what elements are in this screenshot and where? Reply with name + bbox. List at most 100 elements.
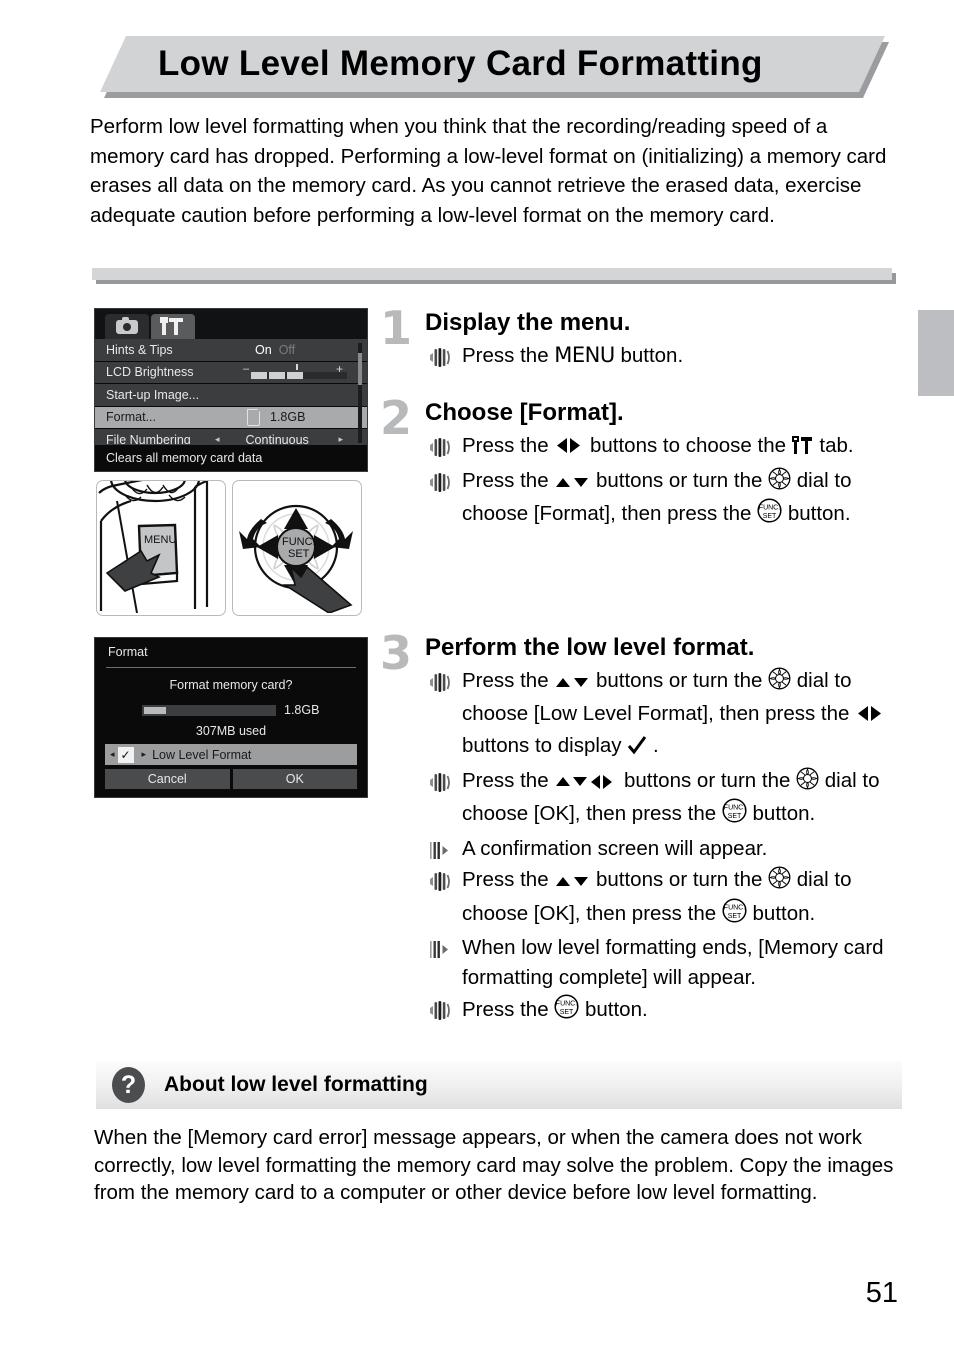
menu-row-label: Hints & Tips <box>106 342 173 357</box>
svg-text:SET: SET <box>560 1009 574 1016</box>
action-bullet-icon <box>429 436 455 457</box>
menu-row-list: Hints & Tips On Off LCD Brightness – + S… <box>95 339 367 452</box>
menu-tab-tools <box>151 314 195 339</box>
camera-menu-screenshot: Hints & Tips On Off LCD Brightness – + S… <box>94 308 368 472</box>
instruction-line: Press the buttons or turn the dial to ch… <box>425 865 910 931</box>
menu-hint-text: Clears all memory card data <box>106 451 263 465</box>
step-2: 2 Choose [Format]. Press the buttons to … <box>380 391 910 532</box>
checkmark-icon <box>627 736 647 760</box>
menu-value-off: Off <box>278 342 296 357</box>
low-level-format-option: ◂ ✓ ▸ Low Level Format <box>105 744 357 765</box>
svg-text:SET: SET <box>763 513 777 520</box>
set-label: SET <box>288 548 310 560</box>
tools-tab-icon <box>791 436 814 460</box>
instruction-line: Press the buttons or turn the dial to ch… <box>425 766 910 832</box>
intro-paragraph: Perform low level formatting when you th… <box>90 115 887 227</box>
step-1: 1 Display the menu. Press the MENU butto… <box>380 301 910 371</box>
menu-row-label: Start-up Image... <box>106 387 200 402</box>
control-dial-icon <box>768 866 791 894</box>
func-set-icon: FUNC. SET <box>722 798 747 828</box>
card-used-label: 307MB used <box>195 724 267 738</box>
slider-minus-label: – <box>243 363 250 376</box>
step-lines: Press the buttons to choose the tab. Pres… <box>425 431 910 532</box>
ok-button: OK <box>232 769 357 789</box>
menu-row-label: LCD Brightness <box>106 365 194 380</box>
up-down-left-right-arrows-icon <box>554 772 618 795</box>
memory-card-icon <box>247 408 261 426</box>
step-number: 2 <box>380 391 413 445</box>
step-lines: Press the buttons or turn the dial to ch… <box>425 666 910 1028</box>
page-title: Low Level Memory Card Formatting <box>158 44 763 83</box>
menu-row-hints-tips: Hints & Tips On Off <box>95 339 367 362</box>
menu-row-startup-image: Start-up Image... <box>95 384 367 407</box>
control-dial-illustration: FUNC. SET <box>232 480 362 616</box>
instruction-line: Press the MENU button. <box>425 341 910 371</box>
menu-tab-camera <box>105 314 149 339</box>
low-level-format-label: Low Level Format <box>152 747 252 762</box>
chevron-left-icon: ◂ <box>110 749 115 759</box>
func-set-icon: FUNC. SET <box>757 498 782 528</box>
menu-row-lcd-brightness: LCD Brightness – + <box>95 361 367 384</box>
svg-text:FUNC.: FUNC. <box>724 904 745 911</box>
dialog-rule <box>106 667 356 668</box>
action-bullet-icon <box>429 771 455 792</box>
camera-illustrations: MENU FUNC. SET <box>96 480 368 616</box>
info-panel-header: ? About low level formatting <box>96 1061 902 1109</box>
step-heading: Choose [Format]. <box>425 399 624 426</box>
brightness-slider: – + <box>241 362 347 380</box>
menu-button-illustration: MENU <box>96 480 226 616</box>
control-dial-icon <box>768 667 791 695</box>
menu-value-capacity: 1.8GB <box>270 410 306 425</box>
checkmark-icon: ✓ <box>117 746 134 763</box>
step-number: 1 <box>380 301 413 355</box>
step-heading: Display the menu. <box>425 309 631 336</box>
camera-icon <box>116 316 138 334</box>
step-lines: Press the MENU button. <box>425 341 910 371</box>
control-dial-drawing: FUNC. SET <box>239 504 353 614</box>
svg-text:SET: SET <box>728 913 742 920</box>
svg-text:FUNC.: FUNC. <box>759 505 780 512</box>
menu-scrollbar <box>358 343 362 443</box>
page-header: Low Level Memory Card Formatting <box>100 36 885 92</box>
action-bullet-icon <box>429 471 455 492</box>
left-right-arrows-icon <box>855 705 885 728</box>
func-set-icon: FUNC. SET <box>722 897 747 928</box>
menu-button-word: MENU <box>554 343 615 367</box>
instruction-line: Press the FUNC. SET button. <box>425 994 910 1028</box>
control-dial-icon <box>768 467 791 495</box>
svg-text:FUNC.: FUNC. <box>556 1001 577 1008</box>
card-usage-bar: 1.8GB <box>142 703 322 717</box>
menu-row-format: Format... 1.8GB <box>95 406 367 429</box>
up-down-arrows-icon <box>554 472 590 495</box>
tools-icon <box>160 317 186 335</box>
result-bullet-icon <box>429 938 455 958</box>
section-divider <box>92 268 896 284</box>
step-number: 3 <box>380 626 413 680</box>
up-down-arrows-icon <box>554 871 590 894</box>
chevron-right-icon: ▸ <box>141 749 147 759</box>
info-panel-body: When the [Memory card error] message app… <box>94 1126 894 1204</box>
action-bullet-icon <box>429 346 455 367</box>
instruction-line: A confirmation screen will appear. <box>425 834 910 864</box>
instruction-line: Press the buttons or turn the dial to ch… <box>425 666 910 764</box>
menu-value-on: On <box>255 342 272 357</box>
instruction-line: Press the buttons or turn the dial to ch… <box>425 466 910 532</box>
step-heading: Perform the low level format. <box>425 634 755 661</box>
chapter-edge-tab <box>918 310 954 396</box>
header-banner: Low Level Memory Card Formatting <box>100 36 885 92</box>
info-panel-title: About low level formatting <box>164 1073 428 1096</box>
menu-hint-bar: Clears all memory card data <box>95 444 367 471</box>
instruction-line: When low level formatting ends, [Memory … <box>425 933 910 992</box>
format-dialog-screenshot: Format Format memory card? 1.8GB 307MB u… <box>94 637 368 798</box>
dialog-question: Format memory card? <box>169 678 293 692</box>
menu-key-label: MENU <box>144 534 176 546</box>
cancel-button: Cancel <box>105 769 230 789</box>
menu-button-drawing: MENU <box>98 481 209 614</box>
slider-center-tick <box>296 364 298 371</box>
action-bullet-icon <box>429 999 455 1020</box>
control-dial-icon <box>796 767 819 795</box>
step-3: 3 Perform the low level format. Press th… <box>380 626 910 1028</box>
dialog-buttons: Cancel OK <box>105 769 357 789</box>
card-capacity-label: 1.8GB <box>284 703 320 717</box>
func-set-icon: FUNC. SET <box>554 994 579 1024</box>
